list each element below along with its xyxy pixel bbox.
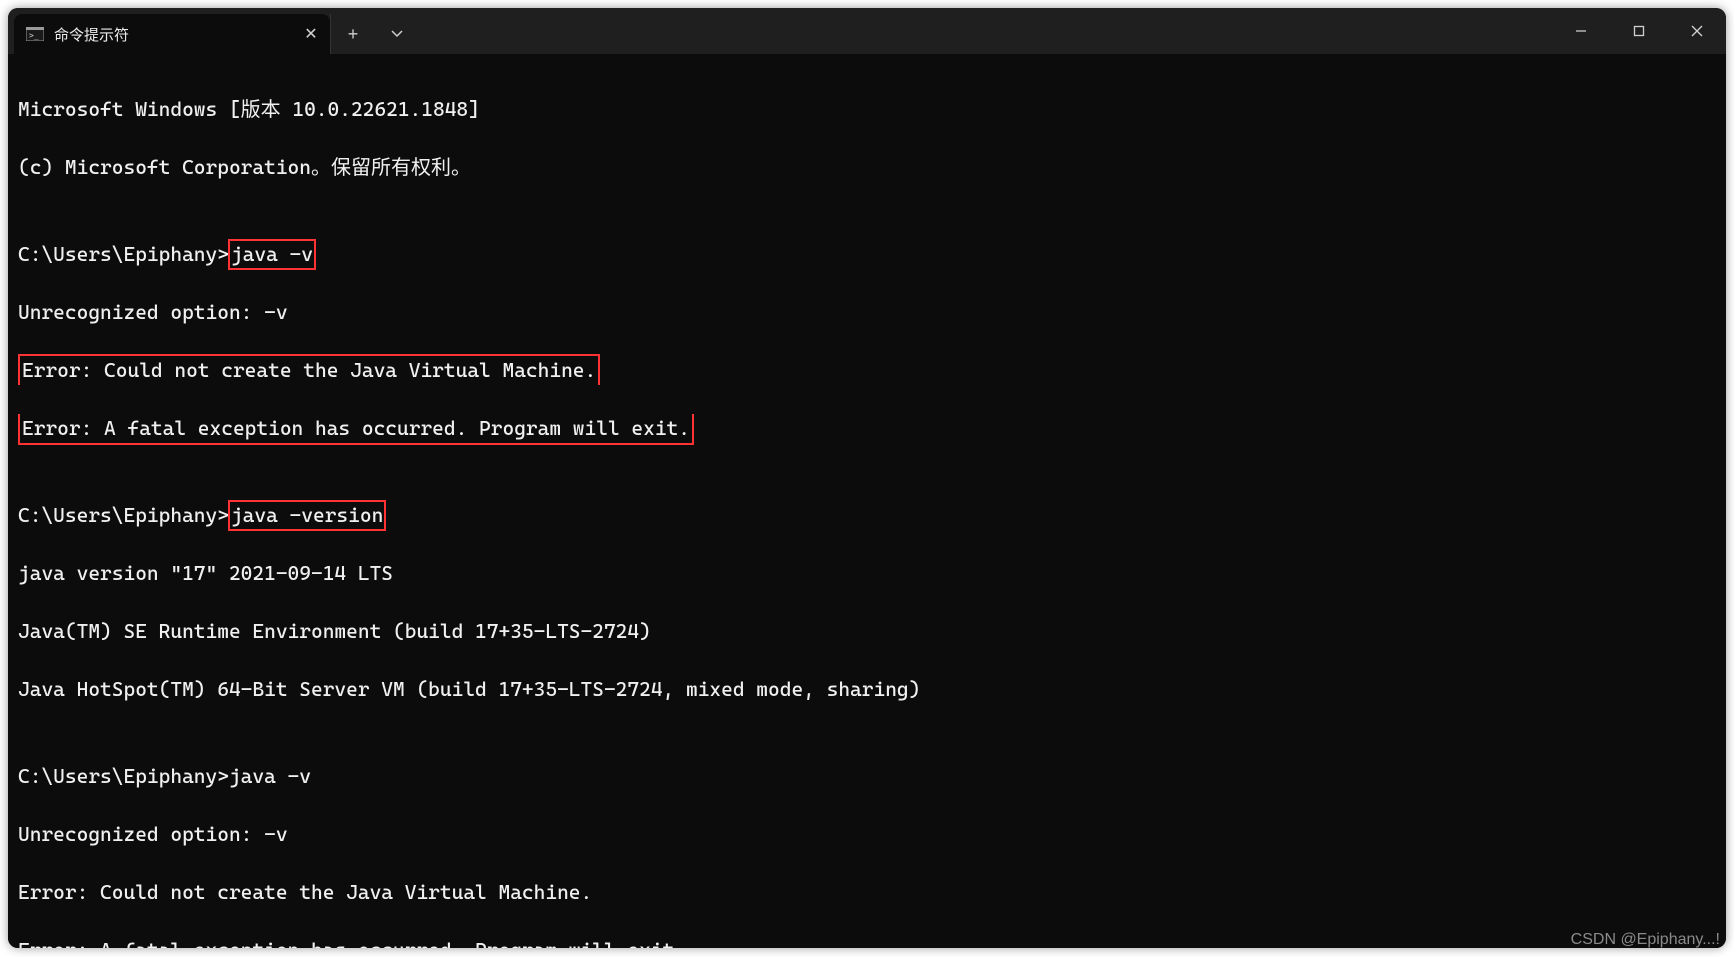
tab-close-button[interactable]: ✕ — [296, 19, 326, 49]
banner-line: Microsoft Windows [版本 10.0.22621.1848] — [18, 95, 1716, 124]
error-highlight-top: Error: Could not create the Java Virtual… — [18, 354, 600, 385]
output-line: Error: A fatal exception has occurred. P… — [18, 414, 1716, 443]
output-line: Java HotSpot(TM) 64-Bit Server VM (build… — [18, 675, 1716, 704]
tab-title: 命令提示符 — [54, 24, 296, 45]
minimize-button[interactable] — [1552, 8, 1610, 54]
maximize-icon — [1633, 25, 1645, 37]
prompt-line: C:\Users\Epiphany>java -version — [18, 501, 1716, 530]
output-line: Java(TM) SE Runtime Environment (build 1… — [18, 617, 1716, 646]
output-line: Unrecognized option: -v — [18, 298, 1716, 327]
cmd-icon: >_ — [26, 27, 44, 41]
cmd-highlight-1: java -v — [229, 240, 315, 269]
output-line: Error: Could not create the Java Virtual… — [18, 356, 1716, 385]
prompt-text: C:\Users\Epiphany> — [18, 242, 229, 266]
tab-dropdown-button[interactable] — [375, 14, 419, 54]
prompt-text: C:\Users\Epiphany> — [18, 764, 229, 788]
tab-cmd[interactable]: >_ 命令提示符 ✕ — [14, 14, 330, 54]
prompt-text: C:\Users\Epiphany> — [18, 503, 229, 527]
new-tab-button[interactable]: + — [330, 14, 375, 54]
terminal-body[interactable]: Microsoft Windows [版本 10.0.22621.1848] (… — [8, 54, 1726, 948]
prompt-line: C:\Users\Epiphany>java -v — [18, 240, 1716, 269]
watermark: CSDN @Epiphany...! — [1571, 931, 1720, 949]
svg-text:>_: >_ — [29, 31, 39, 40]
cmd-text: java -v — [229, 764, 311, 788]
minimize-icon — [1575, 25, 1587, 37]
banner-line: (c) Microsoft Corporation。保留所有权利。 — [18, 153, 1716, 182]
terminal-window: >_ 命令提示符 ✕ + — [8, 8, 1726, 948]
titlebar[interactable]: >_ 命令提示符 ✕ + — [8, 8, 1726, 54]
prompt-line: C:\Users\Epiphany>java -v — [18, 762, 1716, 791]
close-button[interactable] — [1668, 8, 1726, 54]
output-line: Error: A fatal exception has occurred. P… — [18, 936, 1716, 948]
output-line: java version "17" 2021-09-14 LTS — [18, 559, 1716, 588]
window-controls — [1552, 8, 1726, 54]
close-icon — [1691, 25, 1703, 37]
output-line: Error: Could not create the Java Virtual… — [18, 878, 1716, 907]
cmd-highlight-2: java -version — [229, 501, 385, 530]
output-line: Unrecognized option: -v — [18, 820, 1716, 849]
chevron-down-icon — [390, 27, 404, 41]
maximize-button[interactable] — [1610, 8, 1668, 54]
error-highlight-bottom: Error: A fatal exception has occurred. P… — [18, 414, 694, 445]
